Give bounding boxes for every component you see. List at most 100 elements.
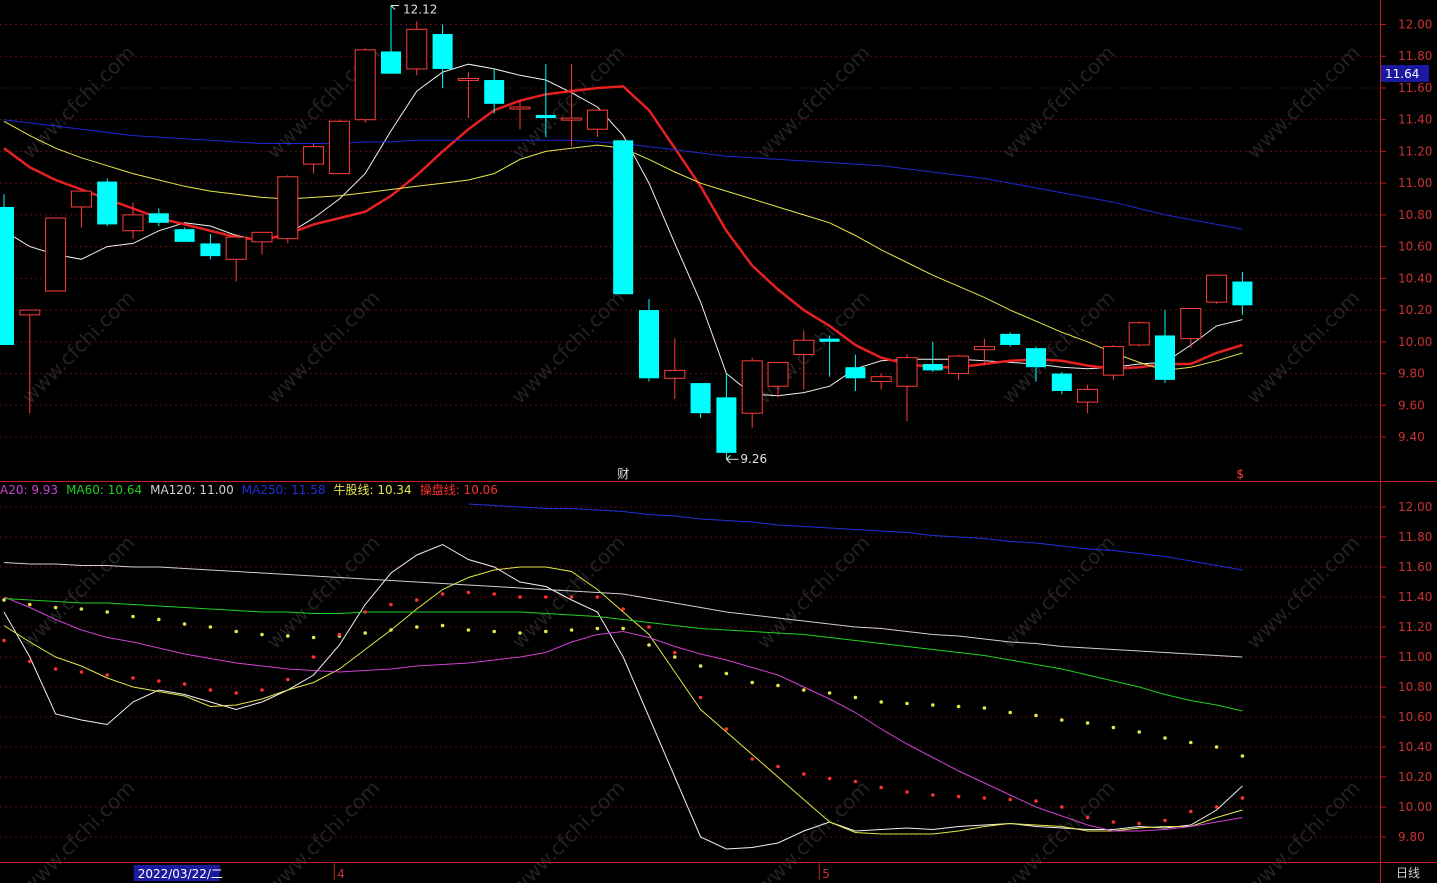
candle-body bbox=[354, 49, 376, 121]
candle-body bbox=[225, 236, 247, 260]
indicator-dot bbox=[982, 706, 987, 710]
price-tick-label: 11.40 bbox=[1398, 113, 1432, 127]
indicator-dot bbox=[931, 793, 935, 797]
candle-body bbox=[870, 376, 892, 382]
candlestick bbox=[664, 338, 686, 399]
indicator-dot bbox=[1189, 809, 1193, 814]
indicator-dot bbox=[389, 628, 393, 632]
price-tick-label: 11.60 bbox=[1398, 81, 1432, 95]
candlestick bbox=[457, 72, 479, 119]
indicator-dot bbox=[1163, 818, 1167, 823]
candlestick bbox=[406, 21, 428, 76]
indicator-dot bbox=[1137, 730, 1141, 734]
watermark-text: www.cfchi.com bbox=[997, 41, 1120, 164]
indicator-dot bbox=[79, 670, 84, 674]
candlestick bbox=[148, 208, 169, 226]
candle-body bbox=[432, 34, 453, 69]
candlestick bbox=[613, 140, 634, 295]
indicator-tick-label: 11.20 bbox=[1398, 620, 1432, 634]
candle-body bbox=[70, 190, 92, 208]
period-label[interactable]: 日线 bbox=[1396, 866, 1420, 880]
date-label: 2022/03/22/二 bbox=[138, 867, 223, 881]
watermark-text: www.cfchi.com bbox=[507, 286, 630, 409]
candlestick bbox=[741, 357, 763, 428]
candlestick bbox=[716, 373, 737, 460]
candle-body bbox=[1000, 333, 1021, 345]
candle-body bbox=[561, 117, 583, 121]
candle-body bbox=[793, 339, 815, 356]
indicator-dot bbox=[2, 638, 6, 643]
indicator-dot bbox=[79, 607, 84, 611]
indicator-dot bbox=[569, 595, 574, 599]
indicator-dot bbox=[621, 607, 625, 611]
candle-body bbox=[328, 120, 350, 175]
watermark-text: www.cfchi.com bbox=[262, 776, 385, 883]
indicator-dot bbox=[466, 628, 471, 632]
price-tick-label: 11.00 bbox=[1398, 176, 1432, 190]
indicator-dot bbox=[673, 655, 677, 659]
candle-body bbox=[1206, 274, 1228, 303]
candle-body bbox=[0, 206, 14, 345]
candlestick bbox=[277, 175, 299, 244]
indicator-dot bbox=[1034, 713, 1038, 718]
indicator-dot bbox=[647, 643, 651, 647]
candlestick bbox=[70, 190, 92, 228]
candle-body bbox=[1077, 388, 1099, 403]
candle-body bbox=[973, 346, 995, 351]
candlestick bbox=[1077, 384, 1099, 414]
indicator-dot bbox=[1137, 821, 1141, 826]
indicator-dot bbox=[363, 610, 368, 614]
indicator-dot bbox=[802, 772, 806, 776]
price-tick-label: 9.60 bbox=[1398, 398, 1425, 412]
indicator-dot bbox=[905, 701, 909, 706]
candlestick bbox=[174, 227, 195, 242]
indicator-dot bbox=[286, 634, 290, 638]
candlestick bbox=[896, 354, 918, 422]
month-label: 4 bbox=[337, 867, 345, 881]
candle-body bbox=[509, 106, 531, 110]
event-marker[interactable]: $ bbox=[1236, 467, 1244, 481]
indicator-dot bbox=[311, 655, 316, 659]
indicator-dot bbox=[234, 629, 238, 634]
indicator-dot bbox=[827, 776, 832, 781]
indicator-dot bbox=[673, 650, 677, 655]
indicator-dot bbox=[260, 632, 264, 637]
indicator-dot bbox=[931, 703, 935, 707]
candlestick bbox=[1102, 344, 1124, 380]
candlestick bbox=[225, 233, 247, 282]
candlestick bbox=[381, 5, 401, 74]
indicator-dot bbox=[337, 632, 342, 637]
indicator-dot bbox=[853, 695, 858, 700]
watermark-text: www.cfchi.com bbox=[262, 286, 385, 409]
indicator-dot bbox=[982, 796, 987, 800]
candlestick bbox=[1000, 332, 1021, 347]
indicator-dot bbox=[698, 664, 703, 668]
candlestick bbox=[0, 194, 14, 345]
indicator-dot bbox=[492, 592, 497, 596]
candlestick bbox=[97, 178, 118, 226]
candle-body bbox=[845, 367, 866, 379]
candlestick bbox=[432, 24, 453, 88]
watermark-text: www.cfchi.com bbox=[17, 531, 140, 654]
bottom-price-axis: 12.00 11.80 11.60 11.40 11.20 11.00 10.80 10.60… bbox=[1380, 500, 1432, 844]
candlesticks bbox=[0, 5, 1253, 460]
candlestick bbox=[200, 233, 221, 260]
indicator-tick-label: 10.80 bbox=[1398, 680, 1432, 694]
watermark-text: www.cfchi.com bbox=[1242, 286, 1365, 409]
candle-body bbox=[251, 231, 273, 243]
watermark-text: www.cfchi.com bbox=[507, 41, 630, 164]
legend-item: A20: 9.93 bbox=[0, 483, 58, 497]
indicator-dot bbox=[518, 595, 522, 599]
watermark-text: www.cfchi.com bbox=[17, 286, 140, 409]
legend-item: MA250: 11.58 bbox=[242, 483, 326, 497]
candlestick bbox=[690, 383, 711, 418]
indicator-dot bbox=[260, 688, 264, 692]
indicator-dot bbox=[647, 625, 651, 629]
event-marker[interactable]: 财 bbox=[617, 467, 629, 481]
stock-chart-canvas[interactable]: www.cfchi.com www.cfchi.com www.cfchi.com w… bbox=[0, 0, 1437, 883]
indicator-dot bbox=[466, 590, 471, 595]
indicator-tick-label: 10.60 bbox=[1398, 710, 1432, 724]
indicator-dot bbox=[28, 659, 32, 664]
candle-body bbox=[277, 176, 299, 240]
candle-body bbox=[639, 310, 659, 379]
